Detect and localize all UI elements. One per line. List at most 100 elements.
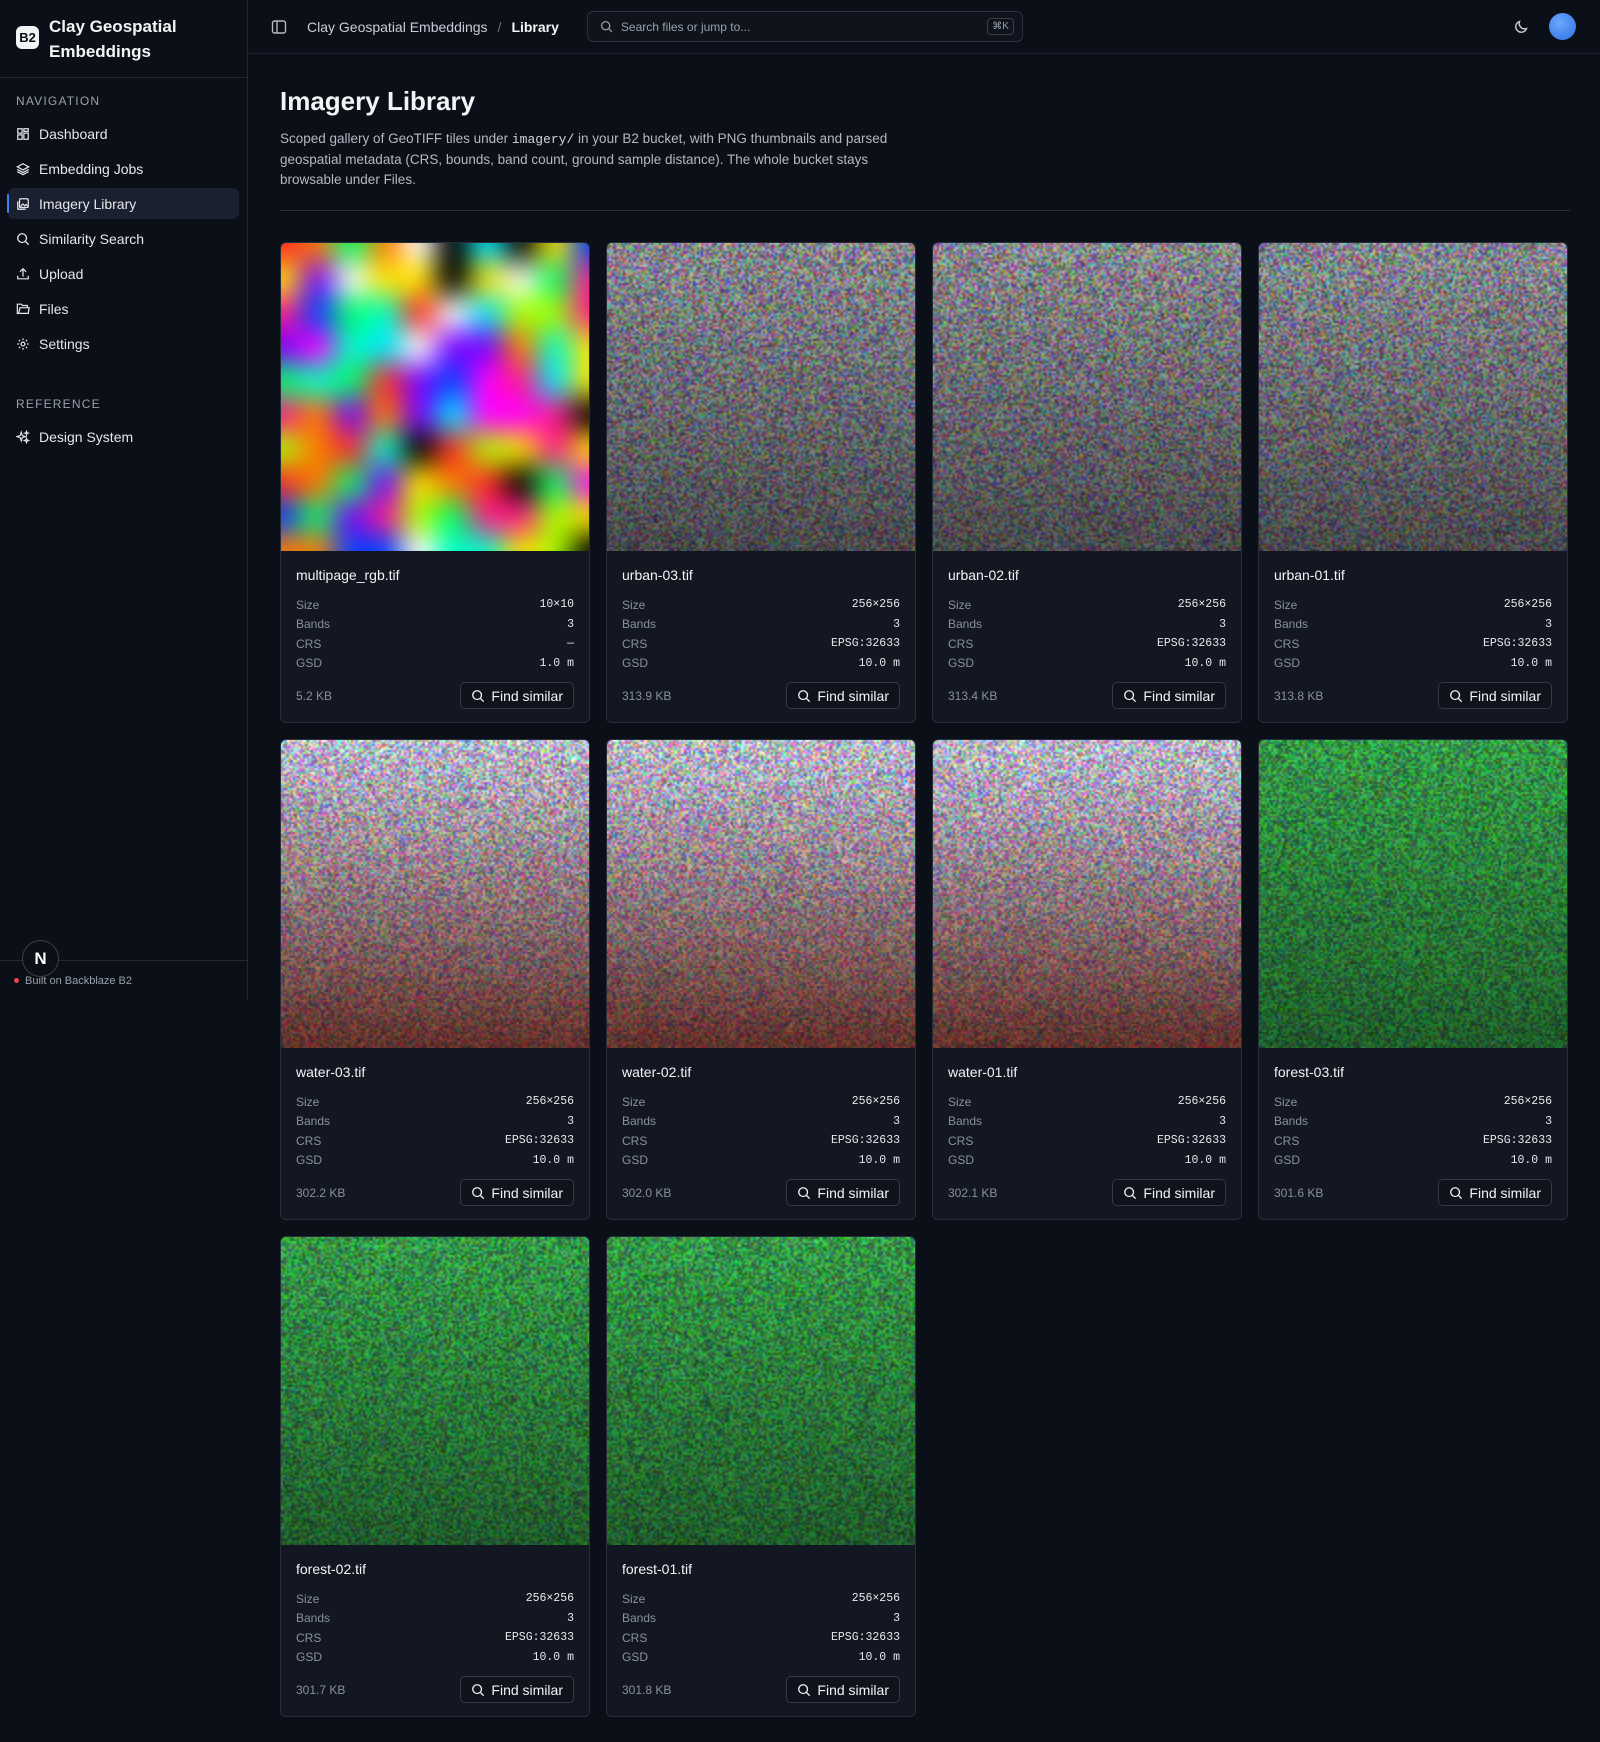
meta-row-bands: Bands 3	[622, 1112, 900, 1132]
search-icon	[600, 20, 613, 33]
file-name: forest-03.tif	[1274, 1064, 1345, 1080]
meta-label: Size	[1274, 597, 1298, 612]
sparkles-icon	[16, 429, 30, 444]
sidebar-item-design-system[interactable]: Design System	[8, 421, 239, 452]
meta-value: 3	[567, 1611, 574, 1625]
sidebar-item-imagery-library[interactable]: Imagery Library	[7, 188, 239, 219]
main-content: Imagery Library Scoped gallery of GeoTIF…	[280, 54, 1570, 1717]
image-thumbnail[interactable]	[1259, 740, 1567, 1048]
meta-value: 256×256	[1177, 598, 1226, 612]
image-thumbnail[interactable]	[281, 740, 589, 1048]
image-thumbnail[interactable]	[1259, 243, 1567, 551]
brand[interactable]: B2 Clay Geospatial Embeddings	[0, 0, 247, 78]
user-avatar[interactable]	[1549, 13, 1576, 40]
image-thumbnail[interactable]	[933, 740, 1241, 1048]
find-similar-button[interactable]: Find similar	[1112, 682, 1226, 709]
image-card[interactable]: forest-02.tif Size 256×256 Bands 3 CRS EPSG:32…	[280, 1236, 590, 1717]
sidebar-item-dashboard[interactable]: Dashboard	[8, 118, 239, 149]
file-size: 301.6 KB	[1274, 1185, 1324, 1200]
image-thumbnail[interactable]	[607, 1237, 915, 1545]
image-thumbnail[interactable]	[607, 243, 915, 551]
meta-row-crs: CRS EPSG:32633	[1274, 1131, 1552, 1151]
sidebar-item-upload[interactable]: Upload	[8, 258, 239, 289]
meta-row-bands: Bands 3	[948, 1112, 1226, 1132]
image-thumbnail[interactable]	[281, 243, 589, 551]
find-similar-button[interactable]: Find similar	[460, 1179, 574, 1206]
meta-label: Bands	[296, 617, 331, 632]
image-card[interactable]: urban-01.tif Size 256×256 Bands 3 CRS EPSG:326…	[1258, 242, 1568, 723]
meta-value: —	[567, 637, 574, 651]
image-card[interactable]: forest-01.tif Size 256×256 Bands 3 CRS EPSG:32…	[606, 1236, 916, 1717]
find-similar-button[interactable]: Find similar	[460, 1676, 574, 1703]
file-name: water-03.tif	[296, 1064, 366, 1080]
meta-row-gsd: GSD 10.0 m	[296, 1151, 574, 1171]
meta-value: 10.0 m	[1184, 656, 1226, 670]
meta-value: 256×256	[851, 1095, 900, 1109]
meta-value: 3	[893, 1114, 900, 1128]
card-body: water-03.tif Size 256×256 Bands 3 CRS EPSG:326…	[281, 1048, 589, 1206]
find-similar-button[interactable]: Find similar	[786, 1179, 900, 1206]
card-body: water-02.tif Size 256×256 Bands 3 CRS EPSG:326…	[607, 1048, 915, 1206]
meta-label: GSD	[622, 1650, 649, 1665]
file-name: urban-02.tif	[948, 567, 1019, 583]
image-thumbnail[interactable]	[281, 1237, 589, 1545]
find-similar-button[interactable]: Find similar	[1438, 1179, 1552, 1206]
find-similar-button[interactable]: Find similar	[786, 1676, 900, 1703]
floating-avatar[interactable]: N	[22, 940, 59, 977]
search-icon	[16, 232, 30, 246]
image-card[interactable]: water-02.tif Size 256×256 Bands 3 CRS EPSG:326…	[606, 739, 916, 1220]
meta-value: 10.0 m	[858, 1650, 900, 1664]
topbar: Clay Geospatial Embeddings / Library Sea…	[249, 0, 1600, 54]
sidebar-toggle-icon[interactable]	[271, 19, 287, 35]
meta-value: 256×256	[1503, 598, 1552, 612]
meta-row-crs: CRS EPSG:32633	[948, 634, 1226, 654]
find-similar-button[interactable]: Find similar	[786, 682, 900, 709]
sidebar-nav: Navigation Dashboard Embedding Jobs Imagery…	[0, 78, 247, 452]
meta-label: Bands	[1274, 617, 1309, 632]
sidebar-item-embedding-jobs[interactable]: Embedding Jobs	[8, 153, 239, 184]
sidebar-item-label: Upload	[39, 265, 84, 282]
status-dot	[14, 978, 19, 983]
meta-value: 3	[893, 1611, 900, 1625]
meta-value: 3	[567, 1114, 574, 1128]
card-body: urban-02.tif Size 256×256 Bands 3 CRS EPSG:326…	[933, 551, 1241, 709]
find-similar-label: Find similar	[491, 687, 563, 704]
topbar-actions	[1513, 13, 1576, 40]
search-icon	[1449, 689, 1463, 703]
image-card[interactable]: water-03.tif Size 256×256 Bands 3 CRS EPSG:326…	[280, 739, 590, 1220]
breadcrumb-root[interactable]: Clay Geospatial Embeddings	[307, 19, 488, 35]
sidebar-item-similarity-search[interactable]: Similarity Search	[8, 223, 239, 254]
meta-label: Size	[622, 597, 646, 612]
file-name: water-01.tif	[948, 1064, 1018, 1080]
image-card[interactable]: urban-03.tif Size 256×256 Bands 3 CRS EPSG:326…	[606, 242, 916, 723]
nav-section-reference: Reference Design System	[0, 381, 247, 452]
image-thumbnail[interactable]	[933, 243, 1241, 551]
meta-row-gsd: GSD 10.0 m	[296, 1648, 574, 1668]
nav-heading: Reference	[16, 397, 101, 411]
image-card[interactable]: urban-02.tif Size 256×256 Bands 3 CRS EPSG:326…	[932, 242, 1242, 723]
image-card[interactable]: multipage_rgb.tif Size 10×10 Bands 3 CRS — GSD 1…	[280, 242, 590, 723]
meta-value: 256×256	[1503, 1095, 1552, 1109]
find-similar-label: Find similar	[817, 1184, 889, 1201]
meta-label: Size	[622, 1591, 646, 1606]
moon-icon[interactable]	[1513, 19, 1529, 35]
file-size: 5.2 KB	[296, 688, 333, 703]
file-size: 301.7 KB	[296, 1682, 346, 1697]
meta-label: CRS	[296, 1630, 322, 1645]
find-similar-button[interactable]: Find similar	[1438, 682, 1552, 709]
meta-row-size: Size 10×10	[296, 595, 574, 615]
sidebar-item-settings[interactable]: Settings	[8, 328, 239, 359]
image-card[interactable]: water-01.tif Size 256×256 Bands 3 CRS EPSG:326…	[932, 739, 1242, 1220]
meta-label: Size	[1274, 1094, 1298, 1109]
page-title: Imagery Library	[280, 86, 476, 116]
find-similar-button[interactable]: Find similar	[1112, 1179, 1226, 1206]
find-similar-label: Find similar	[1469, 1184, 1541, 1201]
meta-row-size: Size 256×256	[296, 1589, 574, 1609]
image-thumbnail[interactable]	[607, 740, 915, 1048]
meta-row-bands: Bands 3	[296, 1112, 574, 1132]
find-similar-button[interactable]: Find similar	[460, 682, 574, 709]
search-input[interactable]: Search files or jump to... ⌘K	[586, 11, 1023, 42]
image-card[interactable]: forest-03.tif Size 256×256 Bands 3 CRS EPSG:32…	[1258, 739, 1568, 1220]
card-body: water-01.tif Size 256×256 Bands 3 CRS EPSG:326…	[933, 1048, 1241, 1206]
sidebar-item-files[interactable]: Files	[8, 293, 239, 324]
